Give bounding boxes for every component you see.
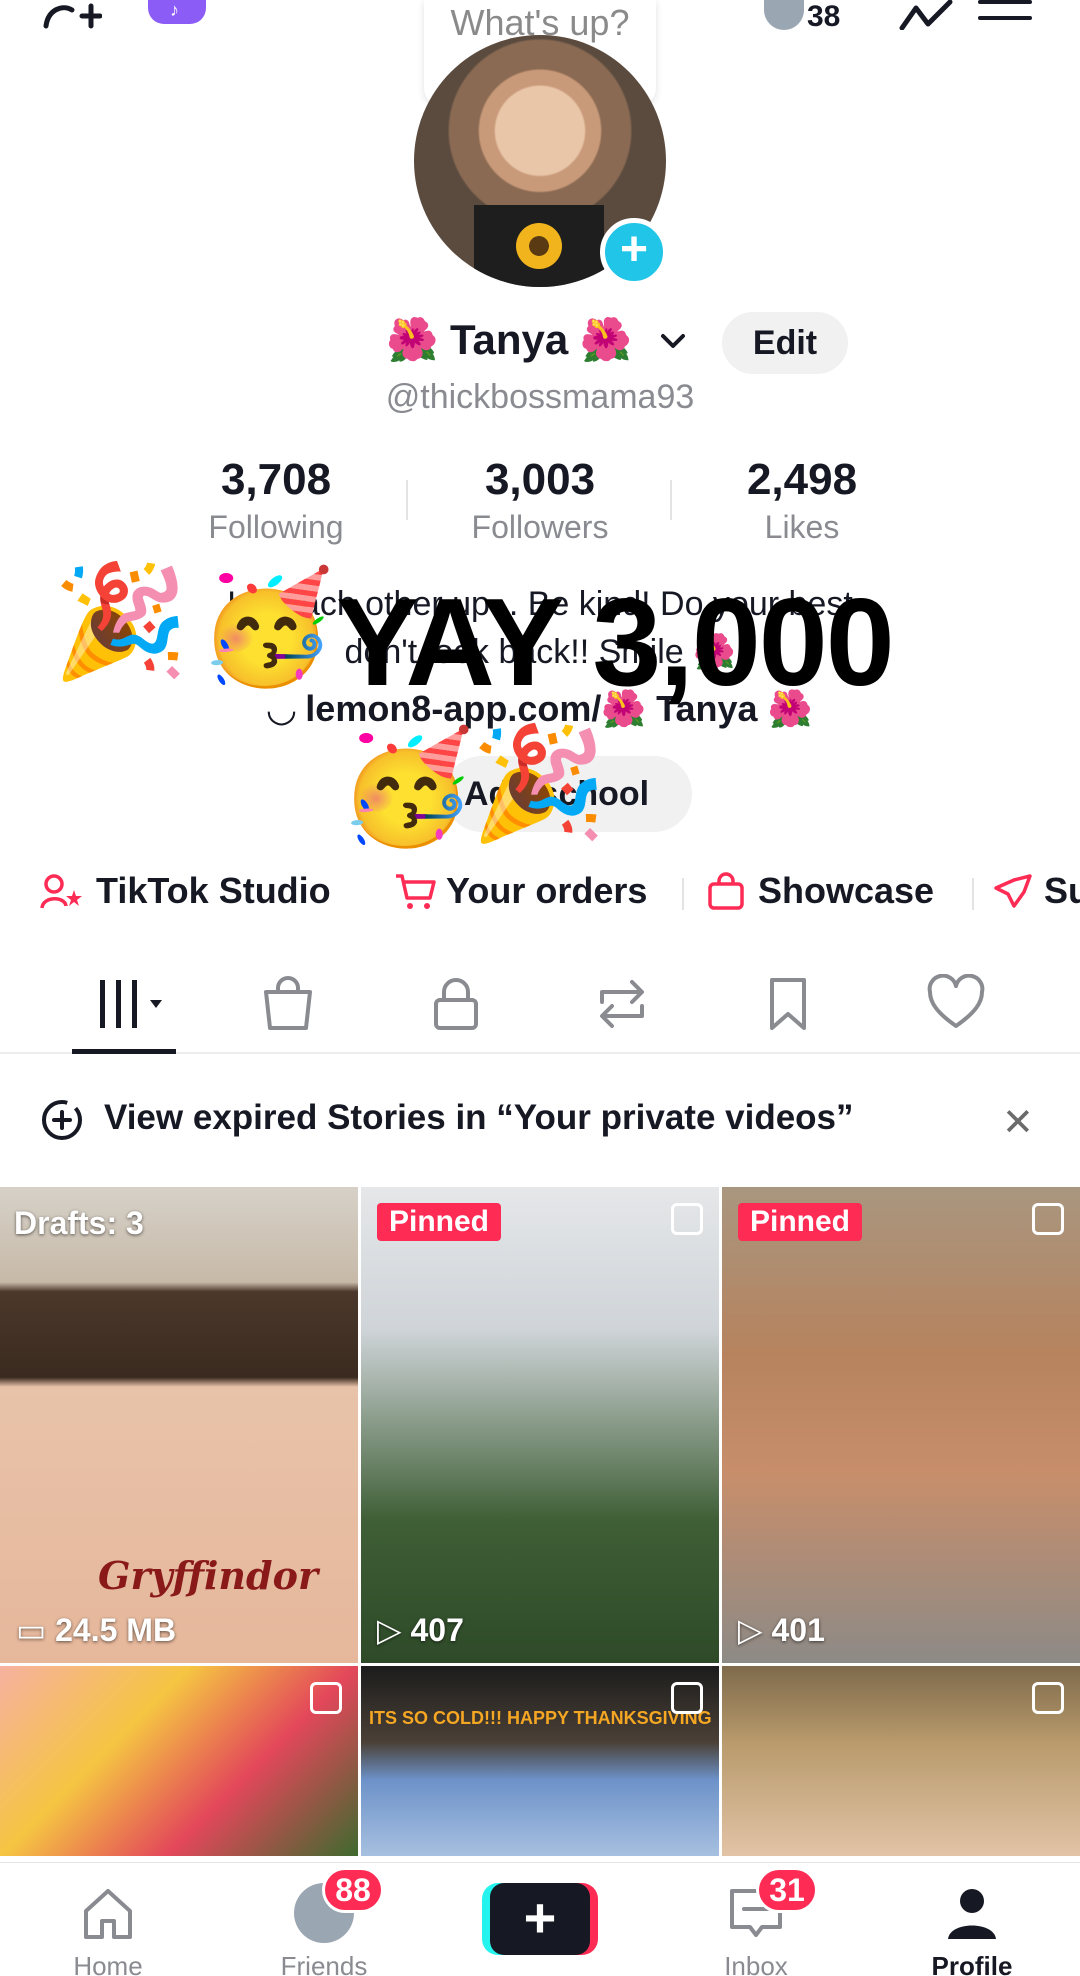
edit-profile-button[interactable]: Edit [722,312,848,374]
profile-icon [948,1889,996,1939]
visitor-avatar[interactable] [764,0,804,30]
gryffindor-text: Gryffindor [98,1553,318,1598]
video-tile[interactable] [0,1666,358,1856]
profile-name[interactable]: 🌺 Tanya 🌺 [386,316,632,365]
view-count: ▷ 401 [738,1611,825,1649]
expired-stories-banner[interactable]: View expired Stories in “Your private vi… [0,1066,1080,1174]
menu-icon[interactable] [978,0,1032,26]
active-tab-indicator [72,1049,176,1054]
party-popper-sticker: 🎉 [470,719,607,847]
friends-badge: 88 [322,1867,384,1913]
more-shortcut-link[interactable]: Su [992,870,1080,912]
sunflower-image [474,205,604,287]
add-story-button[interactable]: + [600,218,668,286]
top-bar: ♪ What's up? 38 [0,0,1080,116]
drafts-tile[interactable]: Drafts: 3 Gryffindor ▭ 24.5 MB [0,1187,358,1663]
stat-value: 3,708 [220,455,332,504]
shortcuts-row: TikTok Studio Your orders Showcase Su [0,862,1080,922]
stat-label: Following [208,509,344,545]
plus-icon: + [490,1883,590,1955]
nav-friends[interactable]: 88 Friends [244,1863,404,1976]
nav-profile[interactable]: Profile [892,1863,1052,1976]
close-icon[interactable]: ✕ [1002,1100,1034,1145]
video-tile[interactable]: Pinned ▷ 401 [722,1187,1080,1663]
video-tile[interactable]: Pinned ▷ 407 [361,1187,719,1663]
divider [972,878,974,910]
pinned-badge: Pinned [738,1203,863,1241]
profile-tabs [0,958,1080,1054]
stat-value: 2,498 [746,455,858,504]
cloud-icon[interactable]: ♪ [148,0,206,24]
nav-inbox[interactable]: 31 Inbox [676,1863,836,1976]
link-icon: ◡ [267,688,306,729]
drafts-size-value: 24.5 MB [55,1612,177,1648]
inbox-badge: 31 [756,1867,818,1913]
divider [682,878,684,910]
stat-followers[interactable]: 3,003 Followers [430,455,650,549]
storage-icon: ▭ [16,1612,56,1648]
multi-image-icon [1032,1203,1064,1235]
tab-liked-heart-icon[interactable] [926,974,986,1034]
video-tile[interactable] [722,1666,1080,1856]
partying-face-sticker: 🥳 [338,723,475,851]
video-tile[interactable]: ITS SO COLD!!! HAPPY THANKSGIVING [361,1666,719,1856]
tab-private-lock-icon[interactable] [426,974,486,1034]
view-count-value: 407 [410,1612,464,1648]
divider [670,480,672,520]
multi-image-icon [671,1682,703,1714]
story-add-icon [42,1100,82,1140]
tab-shop-bag-icon[interactable] [258,974,318,1034]
multi-image-icon [310,1682,342,1714]
nav-home[interactable]: Home [28,1863,188,1976]
party-popper-sticker: 🎉 [52,557,189,685]
play-icon: ▷ [738,1612,772,1648]
banner-text: View expired Stories in “Your private vi… [104,1098,854,1137]
video-caption: ITS SO COLD!!! HAPPY THANKSGIVING [369,1708,712,1728]
your-orders-link[interactable]: Your orders [394,870,647,912]
nav-label: Home [73,1951,143,1976]
profile-handle: @thickbossmama93 [385,378,695,416]
visitor-count[interactable]: 38 [807,0,840,34]
video-grid: Drafts: 3 Gryffindor ▭ 24.5 MB Pinned ▷ … [0,1187,1080,1859]
nav-label: Inbox [724,1951,788,1976]
tab-videos-grid-icon[interactable] [92,974,172,1034]
cart-icon [396,874,436,909]
nav-label: Profile [931,1951,1013,1976]
celebration-overlay-text: YAY 3,000 [336,574,895,712]
drafts-size: ▭ 24.5 MB [16,1611,176,1649]
create-button[interactable]: + [482,1883,598,1955]
showcase-link[interactable]: Showcase [706,870,934,912]
divider [406,480,408,520]
stat-following[interactable]: 3,708 Following [166,455,386,549]
view-count-value: 401 [771,1612,825,1648]
nav-label: Friends [280,1951,368,1976]
tiktok-studio-link[interactable]: TikTok Studio [40,870,331,912]
tab-favorites-bookmark-icon[interactable] [758,974,818,1034]
name-row: 🌺 Tanya 🌺 Edit [0,312,1080,374]
stat-likes[interactable]: 2,498 Likes [692,455,912,549]
home-icon [84,1889,132,1939]
stat-label: Followers [471,509,609,545]
studio-icon [40,874,82,909]
drafts-label: Drafts: 3 [14,1205,144,1241]
stat-value: 3,003 [484,455,596,504]
multi-image-icon [671,1203,703,1235]
stat-label: Likes [764,509,840,545]
profile-views-icon[interactable] [898,0,954,30]
view-count: ▷ 407 [377,1611,464,1649]
pinned-badge: Pinned [377,1203,502,1241]
tab-reposts-icon[interactable] [592,974,652,1034]
chevron-down-icon[interactable] [658,326,688,356]
shopping-bag-icon [708,872,744,910]
multi-image-icon [1032,1682,1064,1714]
bottom-nav: Home 88 Friends + 31 Inbox Profile [0,1862,1080,1976]
megaphone-icon [994,874,1032,908]
partying-face-sticker: 🥳 [198,563,335,691]
add-friend-icon[interactable] [42,0,102,30]
play-icon: ▷ [377,1612,411,1648]
